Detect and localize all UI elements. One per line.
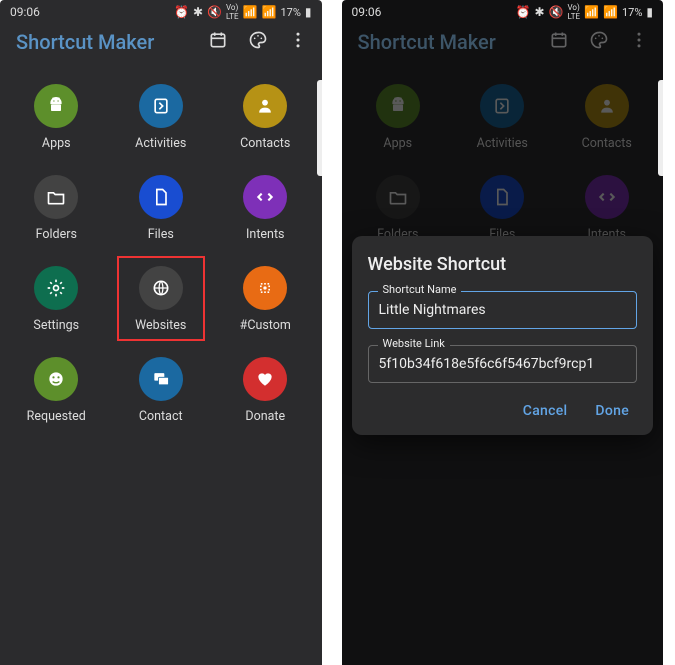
grid-item-intents[interactable]: Intents [213,175,318,242]
website-shortcut-dialog: Website Shortcut Shortcut Name Little Ni… [352,236,654,435]
grid-item-contacts: Contacts [555,84,660,151]
field-legend: Shortcut Name [378,283,462,296]
battery-percent: 17% [622,6,642,19]
scroll-indicator [317,80,322,176]
palette-icon[interactable] [589,30,609,54]
grid-item-activities: Activities [450,84,555,151]
app-bar: Shortcut Maker [0,22,322,70]
android-icon [376,84,420,128]
grid-item-custom[interactable]: #Custom [213,266,318,333]
code-icon [585,175,629,219]
activity-icon [480,84,524,128]
done-button[interactable]: Done [595,403,629,419]
cancel-button[interactable]: Cancel [523,403,568,419]
grid-item-donate[interactable]: Donate [213,357,318,424]
grid-item-contact[interactable]: Contact [109,357,214,424]
heart-icon [243,357,287,401]
grid-item-label: Folders [36,227,77,242]
folder-icon [376,175,420,219]
folder-icon [34,175,78,219]
file-icon [139,175,183,219]
calendar-icon[interactable] [208,30,228,54]
grid-item-activities[interactable]: Activities [109,84,214,151]
grid-item-apps: Apps [346,84,451,151]
status-icons: ⏰✱🔇Vo)LTE📶📶 17%▮ [174,3,311,21]
activity-icon [139,84,183,128]
app-title: Shortcut Maker [16,30,154,54]
shortcut-grid: Apps Activities Contacts Folders Files Intent… [0,70,322,424]
grid-item-label: Donate [245,409,285,424]
battery-percent: 17% [280,6,300,19]
shortcut-name-input[interactable]: Little Nightmares [368,291,638,329]
grid-item-label: #Custom [240,318,291,333]
grid-item-label: Contacts [582,136,632,151]
grid-item-label: Requested [27,409,86,424]
scroll-indicator [658,80,663,176]
more-icon[interactable] [288,30,308,54]
grid-item-requested[interactable]: Requested [4,357,109,424]
screenshot-left: 09:06 ⏰✱🔇Vo)LTE📶📶 17%▮ Shortcut Maker Ap… [0,0,322,665]
grid-item-label: Apps [383,136,412,151]
grid-item-websites[interactable]: Websites [109,266,214,333]
field-legend: Website Link [378,337,450,350]
code-icon [243,175,287,219]
shortcut-grid: Apps Activities Contacts FoldersFilesIntent… [342,70,664,242]
grid-item-label: Apps [42,136,71,151]
requested-icon [34,357,78,401]
android-icon [34,84,78,128]
clock: 09:06 [352,5,382,19]
grid-item-files: Files [450,175,555,242]
chat-icon [139,357,183,401]
file-icon [480,175,524,219]
status-bar: 09:06 ⏰✱🔇Vo)LTE📶📶 17%▮ [342,0,664,22]
screenshot-right: 09:06 ⏰✱🔇Vo)LTE📶📶 17%▮ Shortcut Maker Ap… [342,0,664,665]
palette-icon[interactable] [248,30,268,54]
grid-item-label: Contact [139,409,183,424]
gear-icon [34,266,78,310]
website-link-field[interactable]: Website Link 5f10b34f618e5f6c6f5467bcf9r… [368,345,638,383]
grid-item-label: Activities [135,136,186,151]
grid-item-label: Files [148,227,174,242]
app-bar: Shortcut Maker [342,22,664,70]
grid-item-label: Settings [33,318,79,333]
grid-item-label: Activities [477,136,528,151]
contacts-icon [243,84,287,128]
grid-item-files[interactable]: Files [109,175,214,242]
grid-item-settings[interactable]: Settings [4,266,109,333]
grid-item-intents: Intents [555,175,660,242]
clock: 09:06 [10,5,40,19]
grid-item-folders: Folders [346,175,451,242]
grid-item-label: Intents [246,227,284,242]
shortcut-name-field[interactable]: Shortcut Name Little Nightmares [368,291,638,329]
grid-item-apps[interactable]: Apps [4,84,109,151]
contacts-icon [585,84,629,128]
status-bar: 09:06 ⏰✱🔇Vo)LTE📶📶 17%▮ [0,0,322,22]
grid-item-contacts[interactable]: Contacts [213,84,318,151]
grid-item-label: Contacts [240,136,290,151]
grid-item-folders[interactable]: Folders [4,175,109,242]
app-title: Shortcut Maker [358,30,496,54]
dialog-title: Website Shortcut [368,254,638,275]
custom-icon [243,266,287,310]
more-icon[interactable] [629,30,649,54]
selection-highlight [117,256,206,341]
website-link-input[interactable]: 5f10b34f618e5f6c6f5467bcf9rcp1 [368,345,638,383]
calendar-icon[interactable] [549,30,569,54]
status-icons: ⏰✱🔇Vo)LTE📶📶 17%▮ [516,3,653,21]
